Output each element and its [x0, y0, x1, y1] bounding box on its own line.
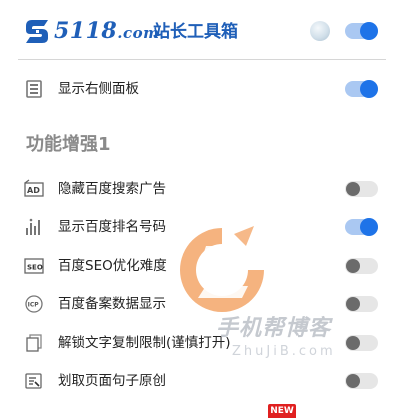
avatar[interactable] — [310, 21, 330, 41]
setting-label: 显示右侧面板 — [58, 81, 139, 97]
svg-text:ICP: ICP — [28, 302, 40, 309]
setting-row-seo: SEO 百度SEO优化难度 — [0, 253, 404, 279]
icp-icon: ICP — [24, 294, 44, 314]
setting-row-icp: ICP 百度备案数据显示 — [0, 291, 404, 317]
setting-row-original-check: 划取页面句子原创 — [0, 368, 404, 394]
setting-row-hide-ads: AD 隐藏百度搜索广告 — [0, 176, 404, 202]
toggle-knob — [346, 182, 360, 196]
watermark-text: 手机帮博客 — [216, 316, 332, 341]
ad-icon: AD — [24, 179, 44, 199]
seo-icon: SEO — [24, 256, 44, 276]
setting-label: 显示百度排名号码 — [58, 219, 166, 235]
text-select-icon — [24, 371, 44, 391]
app-title: 站长工具箱 — [153, 22, 238, 42]
setting-label: 百度备案数据显示 — [58, 296, 166, 312]
hide-ads-toggle[interactable] — [345, 181, 378, 197]
svg-text:SEO: SEO — [27, 264, 43, 272]
unlock-copy-toggle[interactable] — [345, 335, 378, 351]
copy-icon — [24, 333, 44, 353]
show-rank-toggle[interactable] — [345, 218, 378, 236]
toggle-knob — [346, 297, 360, 311]
bar-chart-icon — [24, 217, 44, 237]
original-check-toggle[interactable] — [345, 373, 378, 389]
setting-label: 百度SEO优化难度 — [58, 258, 167, 274]
setting-row-right-panel: 显示右侧面板 — [0, 76, 404, 102]
seo-toggle[interactable] — [345, 258, 378, 274]
watermark-url: ZhuJiB.com — [232, 344, 336, 359]
new-badge: NEW — [268, 404, 296, 418]
header: 5118.com 站长工具箱 — [0, 0, 404, 62]
svg-text:AD: AD — [27, 186, 40, 195]
logo-number: 5118 — [54, 18, 118, 44]
toggle-knob — [346, 259, 360, 273]
toggle-knob — [360, 218, 378, 236]
toggle-knob — [346, 336, 360, 350]
setting-row-show-rank: 显示百度排名号码 — [0, 214, 404, 240]
setting-label: 解锁文字复制限制(谨慎打开) — [58, 335, 231, 351]
section-title: 功能增强1 — [26, 134, 111, 155]
setting-label: 隐藏百度搜索广告 — [58, 181, 166, 197]
setting-row-unlock-copy: 解锁文字复制限制(谨慎打开) — [0, 330, 404, 356]
toggle-knob — [346, 374, 360, 388]
logo-text: 5118.com — [54, 18, 159, 46]
right-panel-toggle[interactable] — [345, 80, 378, 98]
master-toggle[interactable] — [345, 22, 378, 40]
toggle-knob — [360, 80, 378, 98]
panel-icon — [24, 79, 44, 99]
icp-toggle[interactable] — [345, 296, 378, 312]
toggle-knob — [360, 22, 378, 40]
setting-label: 划取页面句子原创 — [58, 373, 166, 389]
header-divider — [18, 59, 386, 60]
logo-icon — [22, 16, 52, 46]
